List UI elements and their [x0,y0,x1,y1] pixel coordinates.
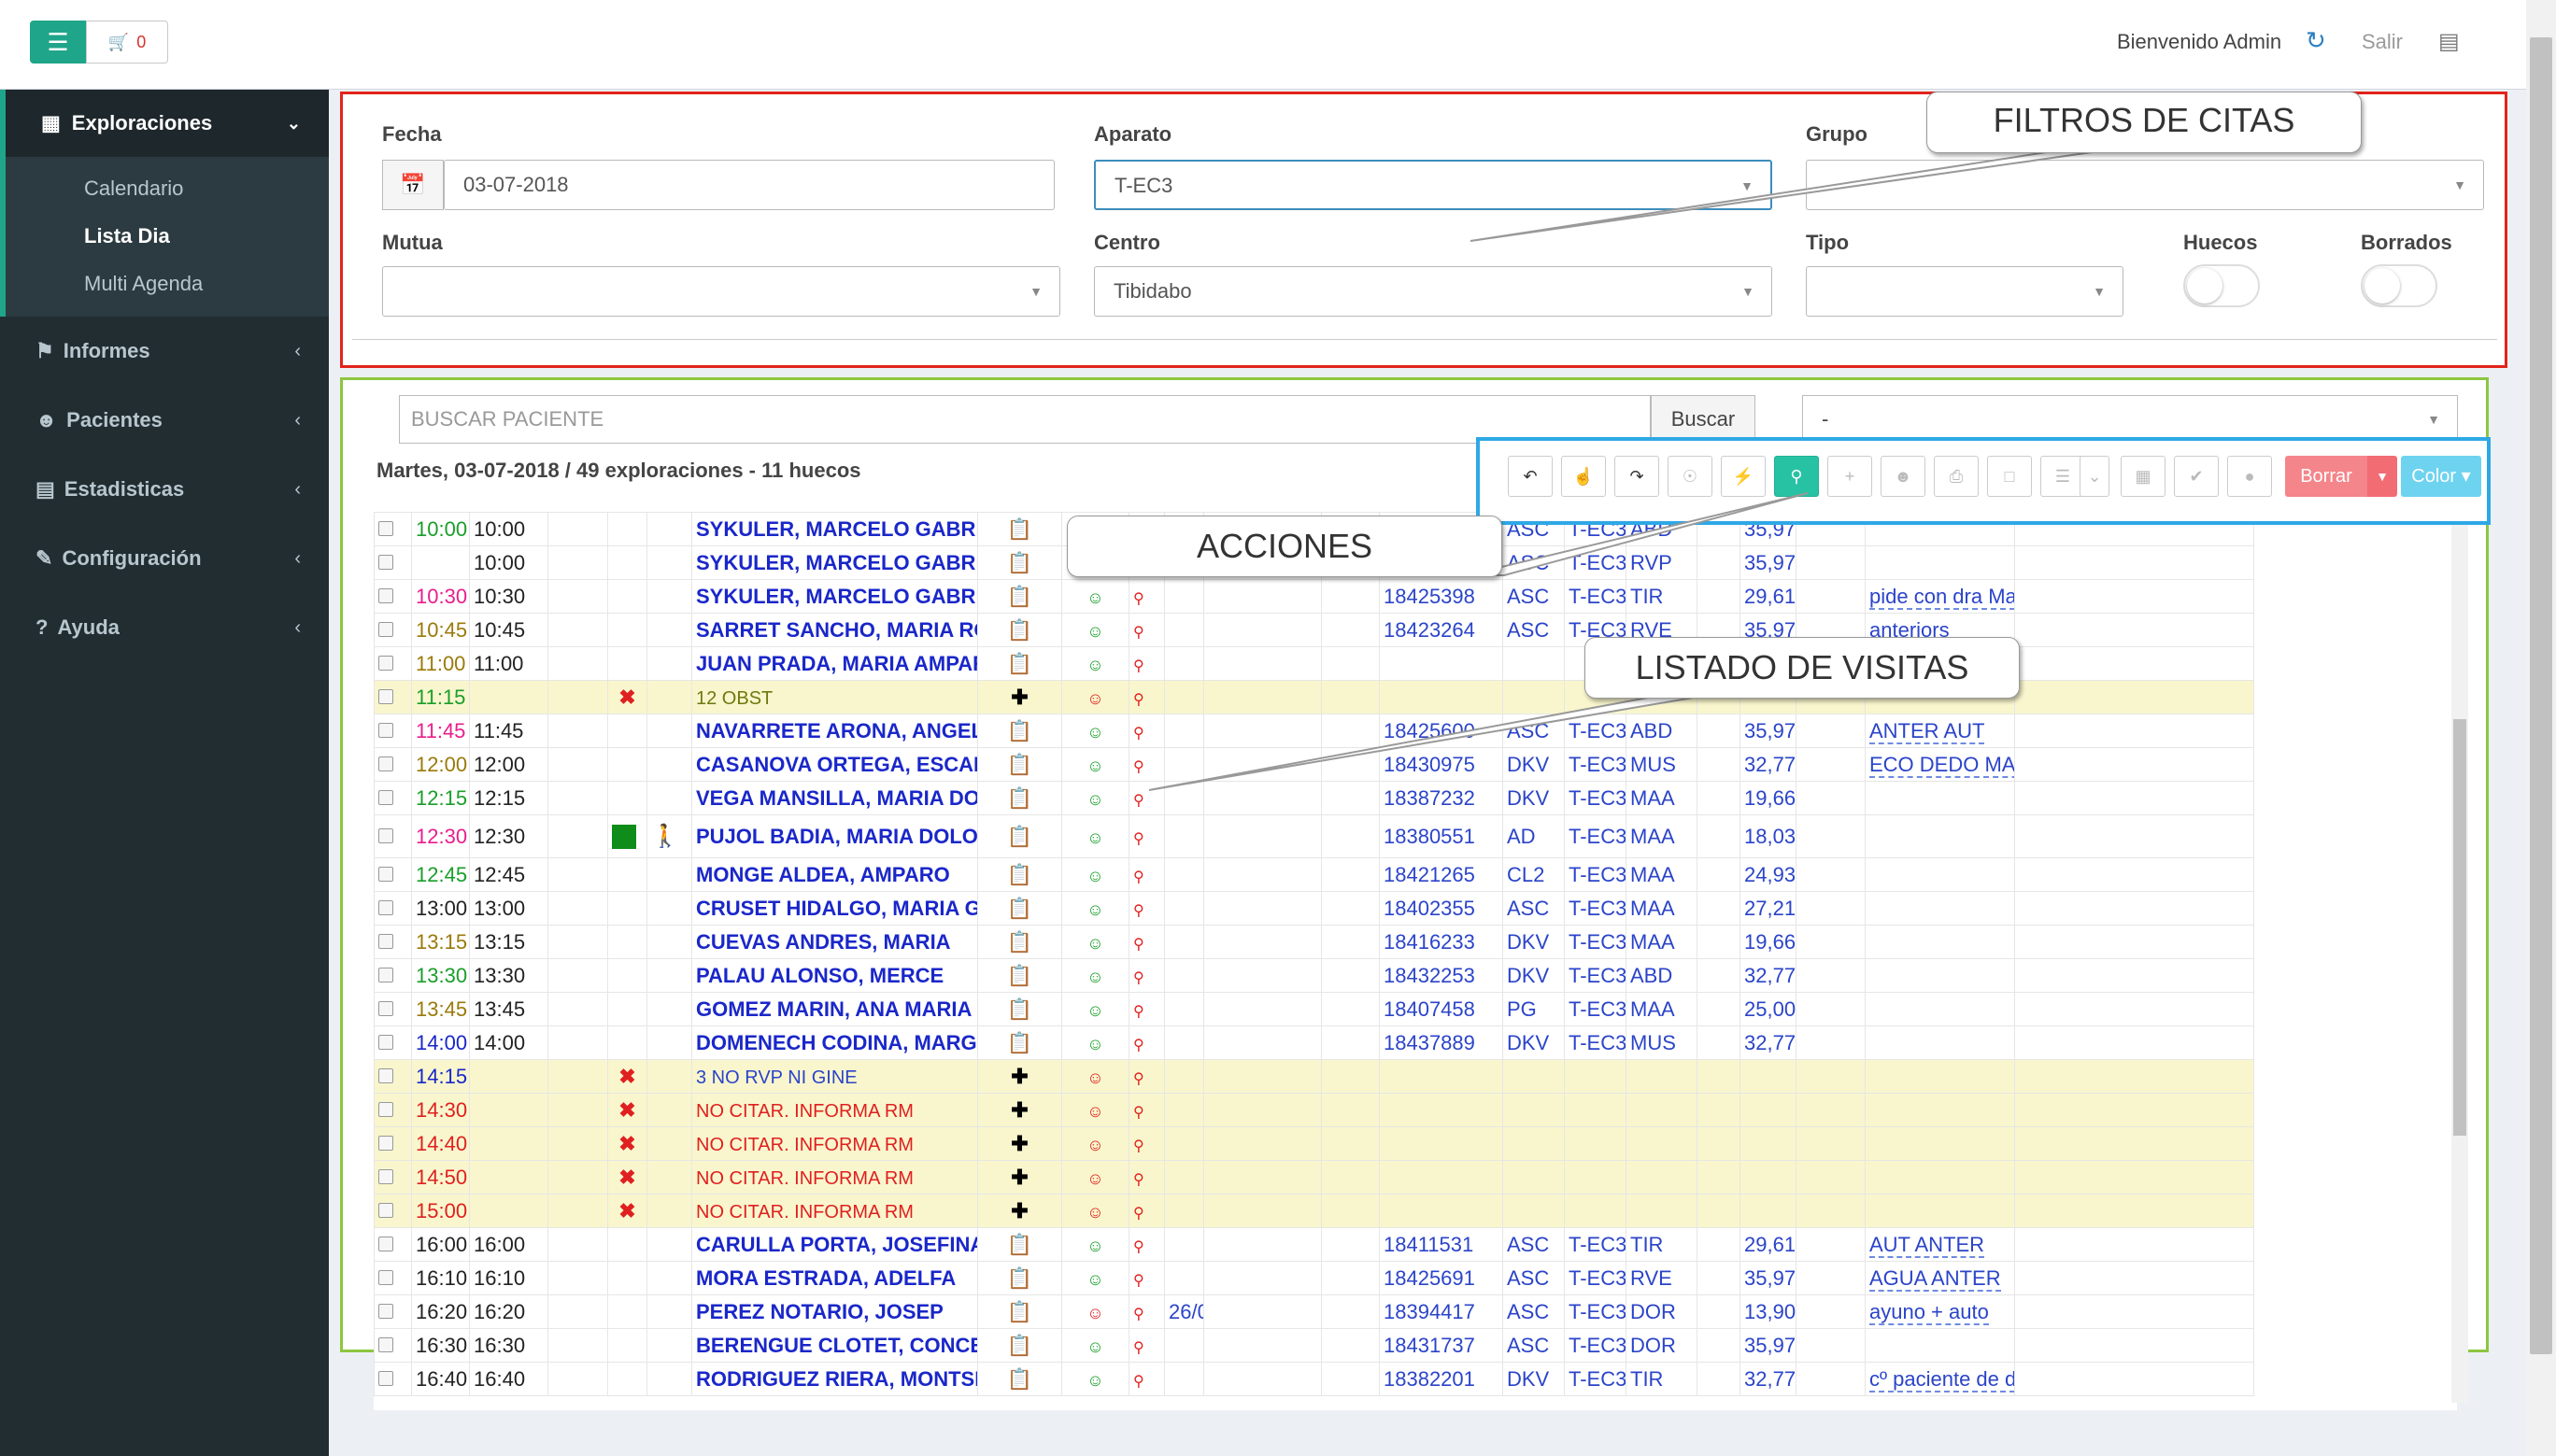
callout-acciones: ACCIONES [1067,516,1502,577]
page-scrollbar[interactable] [2526,0,2556,1456]
scrollbar-thumb[interactable] [2530,37,2552,1354]
callout-pointers [1148,148,2112,791]
callout-filtros: FILTROS DE CITAS [1926,92,2362,153]
acciones-pointer [1466,492,1809,576]
callout-listado: LISTADO DE VISITAS [1584,637,2020,699]
listado-pointer [1148,694,1711,791]
filtros-pointer [1470,148,2112,242]
